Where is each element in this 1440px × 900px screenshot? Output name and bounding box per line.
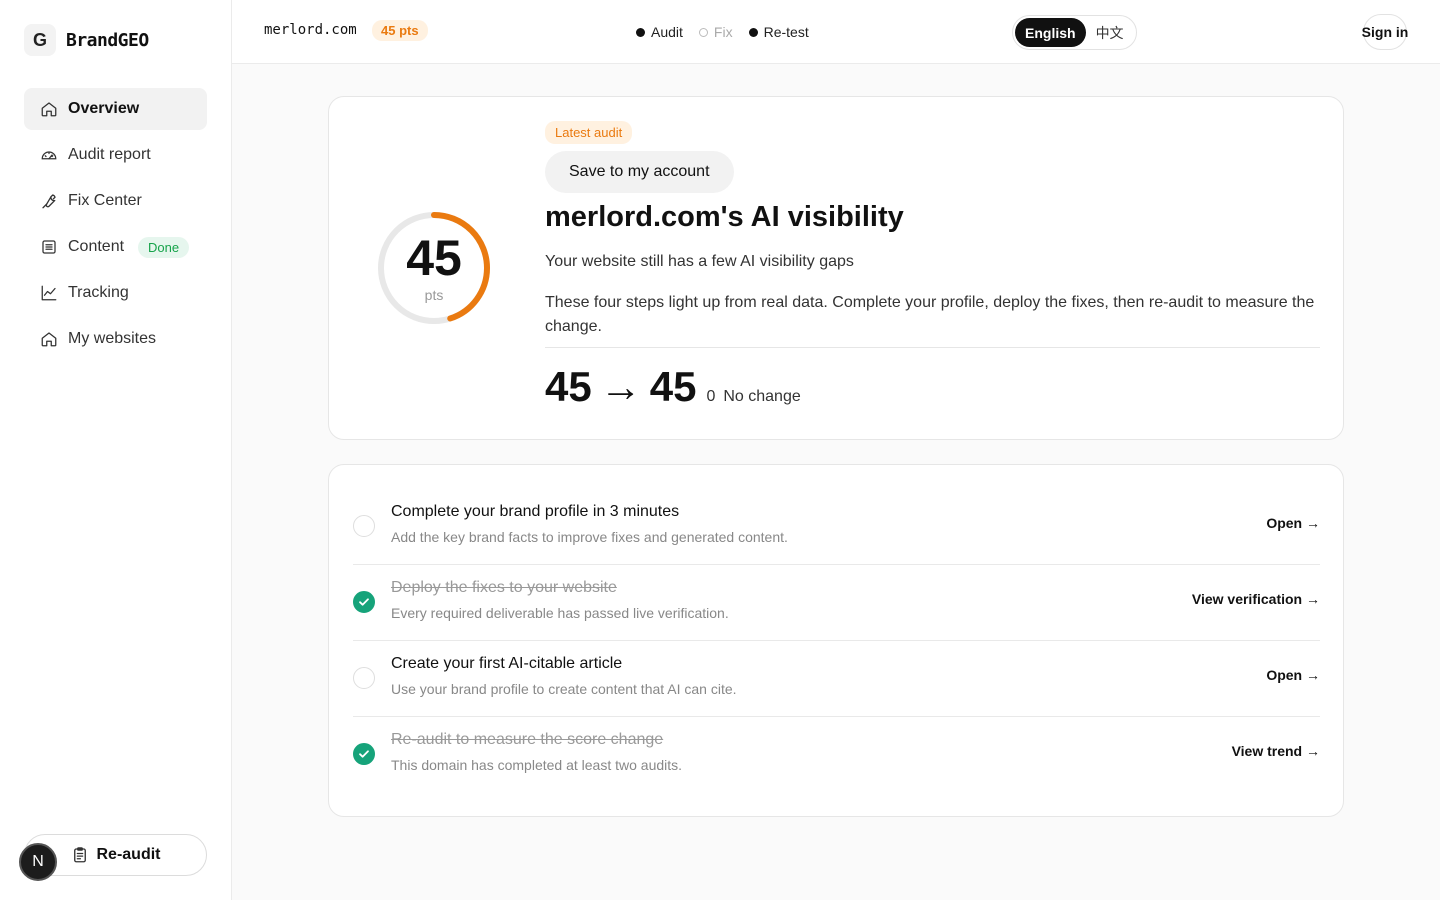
- summary-subtitle: Your website still has a few AI visibili…: [545, 253, 854, 270]
- step-fix: Fix: [698, 24, 733, 40]
- progress-steps: Audit Fix Re-test: [636, 24, 809, 40]
- sidebar-item-overview[interactable]: Overview: [24, 88, 207, 130]
- step-label: Audit: [651, 24, 683, 40]
- score-change-label: No change: [723, 388, 801, 405]
- score-gauge: 45 pts: [375, 209, 493, 327]
- sidebar-item-label: My websites: [68, 330, 157, 347]
- sidebar-item-label: Content: [68, 238, 125, 255]
- avatar[interactable]: N: [19, 843, 57, 881]
- score-before: 45: [545, 363, 592, 410]
- sidebar-item-tracking[interactable]: Tracking: [24, 272, 207, 314]
- task-description: Add the key brand facts to improve fixes…: [391, 529, 788, 545]
- home-icon: [40, 330, 58, 348]
- sidebar-item-fix-center[interactable]: Fix Center: [24, 180, 207, 222]
- score-value: 45: [406, 230, 462, 286]
- sidebar-item-audit-report[interactable]: Audit report: [24, 134, 207, 176]
- sidebar: G BrandGEO Overview Audit report Fix Cen…: [0, 0, 232, 900]
- reaudit-label: Re-audit: [96, 846, 161, 863]
- task-title: Re-audit to measure the score change: [391, 731, 664, 748]
- home-icon: [40, 100, 58, 118]
- task-item: Complete your brand profile in 3 minutes…: [353, 489, 1320, 565]
- step-audit: Audit: [636, 24, 683, 40]
- step-dot: [636, 27, 645, 37]
- language-chinese[interactable]: 中文: [1086, 18, 1134, 47]
- task-checklist: Complete your brand profile in 3 minutes…: [328, 464, 1344, 817]
- sidebar-item-label: Fix Center: [68, 192, 142, 209]
- score-summary-card: 45 pts Latest audit Save to my account m…: [328, 96, 1344, 440]
- task-description: Every required deliverable has passed li…: [391, 605, 729, 621]
- brand-logo: G: [24, 24, 56, 56]
- view-verification-link[interactable]: View verification →: [1192, 591, 1320, 607]
- sidebar-item-label: Audit report: [68, 146, 151, 163]
- task-title: Complete your brand profile in 3 minutes: [391, 503, 680, 520]
- task-open-link[interactable]: Open →: [1266, 667, 1320, 683]
- score-after: 45: [649, 363, 697, 410]
- task-open-link[interactable]: Open →: [1266, 515, 1320, 531]
- sidebar-nav: Overview Audit report Fix Center Content…: [24, 88, 207, 364]
- sidebar-item-label: Overview: [68, 100, 140, 117]
- sidebar-item-my-websites[interactable]: My websites: [24, 318, 207, 360]
- points-badge: 45 pts: [372, 20, 428, 41]
- step-retest: Re-test: [748, 24, 809, 40]
- brand-name: BrandGEO: [66, 29, 149, 51]
- score-delta: 0: [706, 388, 716, 405]
- checkmark-icon: [353, 743, 375, 765]
- step-label: Fix: [713, 24, 733, 40]
- task-description: Use your brand profile to create content…: [391, 681, 737, 697]
- task-item: Deploy the fixes to your website Every r…: [353, 565, 1320, 641]
- wrench-icon: [40, 192, 58, 210]
- gauge-icon: [40, 146, 58, 164]
- language-english[interactable]: English: [1015, 18, 1086, 47]
- save-to-account-button[interactable]: Save to my account: [545, 151, 734, 193]
- task-item: Create your first AI-citable article Use…: [353, 641, 1320, 717]
- summary-description: These four steps light up from real data…: [545, 294, 1315, 335]
- step-dot: [748, 27, 758, 37]
- sidebar-item-label: Tracking: [68, 284, 129, 301]
- task-item: Re-audit to measure the score change Thi…: [353, 717, 1320, 793]
- brand[interactable]: G BrandGEO: [24, 24, 149, 56]
- chart-line-icon: [40, 284, 58, 302]
- divider: [545, 347, 1320, 348]
- checkmark-icon: [353, 591, 375, 613]
- status-badge: Done: [138, 236, 190, 258]
- sign-in-button[interactable]: Sign in: [1362, 14, 1408, 50]
- document-icon: [40, 238, 58, 256]
- current-domain: merlord.com: [264, 22, 357, 38]
- view-trend-link[interactable]: View trend →: [1232, 743, 1320, 759]
- step-label: Re-test: [763, 24, 809, 40]
- step-dot: [698, 27, 708, 37]
- page-title: merlord.com's AI visibility: [545, 201, 904, 233]
- arrow-right-icon: →: [599, 363, 642, 410]
- task-title: Create your first AI-citable article: [391, 655, 623, 672]
- checkbox-empty-icon: [353, 667, 375, 689]
- task-title: Deploy the fixes to your website: [391, 579, 617, 596]
- language-switcher: English 中文: [1012, 15, 1137, 50]
- clipboard-icon: [71, 846, 89, 864]
- top-bar: merlord.com 45 pts Audit Fix Re-test Eng…: [232, 0, 1440, 64]
- score-change: 45 → 45 0 No change: [545, 363, 801, 411]
- latest-audit-badge: Latest audit: [545, 121, 633, 144]
- task-description: This domain has completed at least two a…: [391, 757, 683, 773]
- score-unit: pts: [424, 287, 444, 303]
- sidebar-item-content[interactable]: Content Done: [24, 226, 207, 268]
- checkbox-empty-icon: [353, 515, 375, 537]
